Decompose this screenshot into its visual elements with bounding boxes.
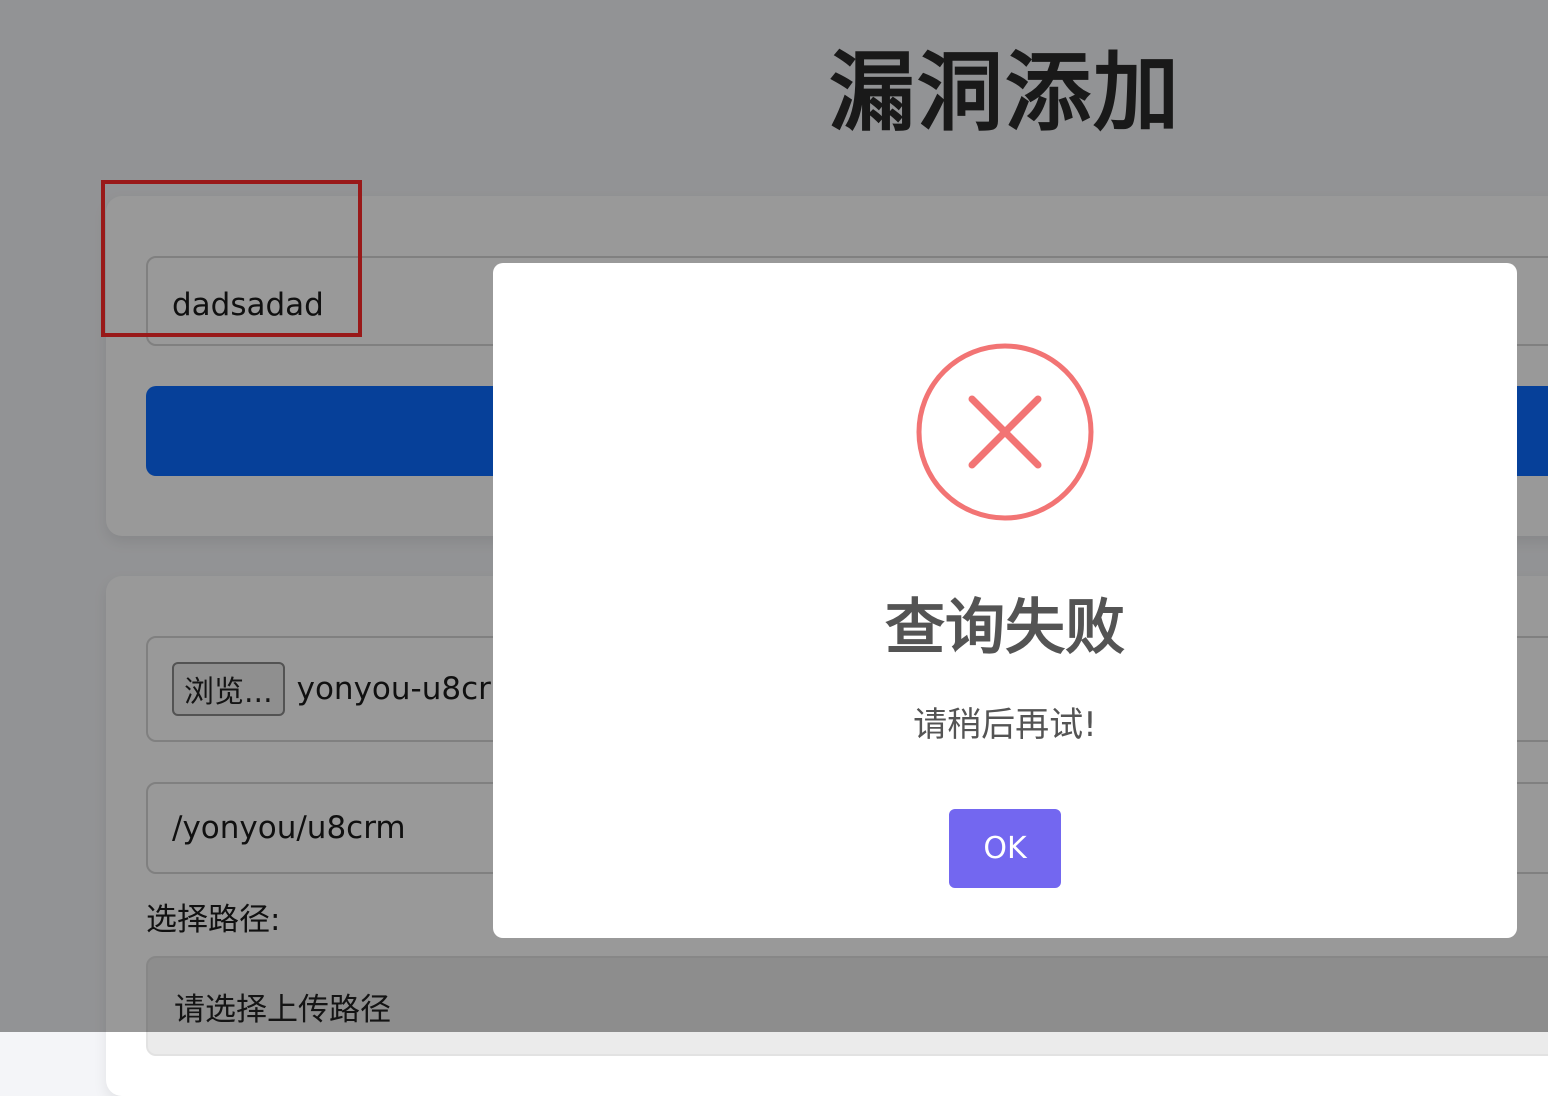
error-x-icon: [916, 343, 1094, 521]
ok-button[interactable]: OK: [949, 809, 1061, 888]
error-dialog: 查询失败 请稍后再试! OK: [493, 263, 1517, 938]
dialog-message: 请稍后再试!: [913, 705, 1097, 745]
dialog-title: 查询失败: [885, 593, 1125, 663]
